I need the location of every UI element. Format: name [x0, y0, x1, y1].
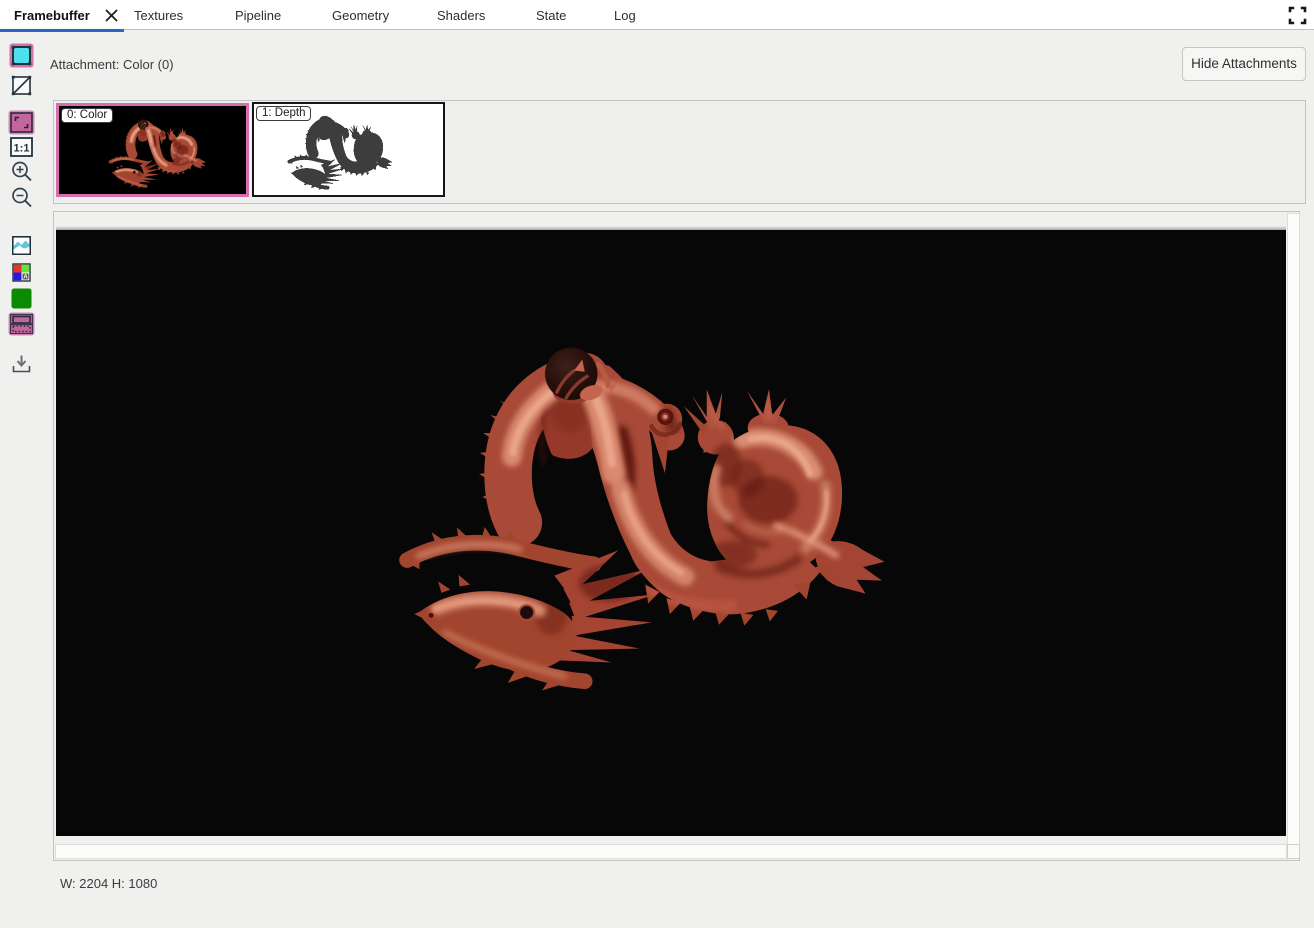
- svg-text:A: A: [23, 275, 28, 281]
- svg-text:1:1: 1:1: [14, 143, 30, 155]
